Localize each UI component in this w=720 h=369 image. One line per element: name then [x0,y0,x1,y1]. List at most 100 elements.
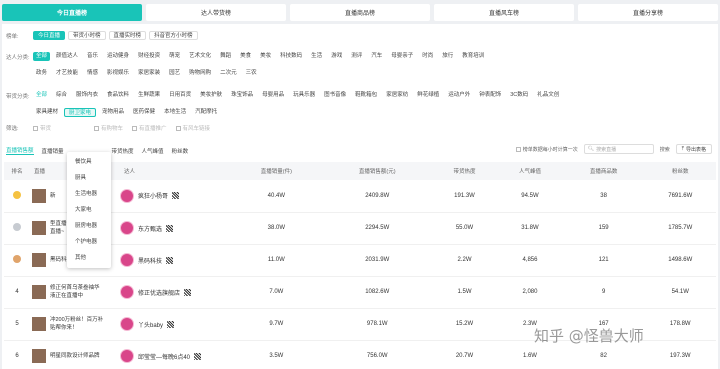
dropdown-item[interactable]: 生活电器 [67,186,111,202]
sort-tab-fans[interactable]: 粉丝数 [172,147,189,155]
talent-option[interactable]: 汽车 [368,52,386,61]
talent-option[interactable]: 园艺 [166,69,184,78]
goods-option[interactable]: 生鲜蔬果 [135,91,164,100]
talent-option[interactable]: 科技数码 [277,52,306,61]
table-row[interactable]: 4 修正何首乌茶叁袖华液正在直播中 修正优选旗舰店 7.0W 1082.6W 1.5W 2,… [4,276,716,309]
host-name[interactable]: 疯狂小杨哥 [138,191,168,200]
goods-option[interactable]: 鞋靴箱包 [352,91,381,100]
sort-tab-sales[interactable]: 直播销量 [42,147,64,155]
live-title[interactable]: 修正何首乌茶叁袖华液正在直播中 [50,284,104,300]
live-thumbnail[interactable] [32,349,46,363]
qr-code-icon[interactable] [184,288,192,296]
goods-option[interactable]: 美妆护肤 [197,91,226,100]
live-title[interactable]: 明星同款设计师品牌 [50,352,100,360]
hourly-checkbox[interactable]: 榜单数据每小时计算一次 [515,146,578,153]
dropdown-item[interactable]: 厨具 [67,170,111,186]
talent-option[interactable]: 财经投资 [135,52,164,61]
talent-option[interactable]: 测评 [348,52,366,61]
filter-checkbox[interactable]: 有购物车 [94,124,123,132]
goods-option[interactable]: 本地生活 [161,108,190,117]
talent-option[interactable]: 颜值达人 [53,52,82,61]
goods-option[interactable]: 日用百货 [166,91,195,100]
goods-option[interactable]: 玩具乐器 [290,91,319,100]
goods-option[interactable]: 珠宝饰品 [228,91,257,100]
tab-live-windmill[interactable]: 直播风车榜 [434,4,574,21]
live-cell[interactable]: 修正何首乌茶叁袖华液正在直播中 [30,276,120,309]
goods-option[interactable]: 运动户外 [445,91,474,100]
goods-option[interactable]: 食品饮料 [104,91,133,100]
col-revenue[interactable]: 直播销售额(元) [322,162,432,180]
filter-checkbox[interactable]: 带货 [33,124,51,132]
rank-option[interactable]: 今日直播 [33,31,66,40]
col-heat[interactable]: 带货热度 [431,162,498,180]
goods-option[interactable]: 钟表配饰 [476,91,505,100]
live-thumbnail[interactable] [32,253,46,267]
live-title[interactable]: 新 [50,192,56,200]
goods-option[interactable]: 服饰内衣 [73,91,102,100]
host-name[interactable]: 修正优选旗舰店 [138,288,180,297]
talent-option[interactable]: 音乐 [84,52,102,61]
avatar[interactable] [120,285,134,299]
goods-option[interactable]: 3C数码 [507,91,532,100]
talent-option[interactable]: 三农 [242,69,260,78]
live-thumbnail[interactable] [32,285,46,299]
goods-option[interactable]: 家居家纺 [383,91,412,100]
dropdown-item[interactable]: 个护电器 [67,234,111,250]
live-cell[interactable]: 冲200万粉丝！百万补贴帮你来！ [30,308,120,341]
filter-checkbox[interactable]: 有风车链接 [175,124,210,132]
tab-today-live[interactable]: 今日直播榜 [2,4,142,21]
talent-option[interactable]: 美妆 [257,52,275,61]
talent-option[interactable]: 舞蹈 [217,52,235,61]
goods-option[interactable]: 医药保健 [130,108,159,117]
talent-option[interactable]: 萌宠 [166,52,184,61]
host-cell[interactable]: 黑码科技 [120,244,230,277]
rank-option[interactable]: 直播实时榜 [108,31,147,40]
talent-option[interactable]: 教育培训 [459,52,488,61]
talent-option[interactable]: 母婴亲子 [388,52,417,61]
talent-option[interactable]: 时尚 [419,52,437,61]
host-cell[interactable]: 疯狂小杨哥 [120,180,230,213]
dropdown-item[interactable]: 其他 [67,250,111,266]
host-cell[interactable]: 丫头baby [120,308,230,341]
live-thumbnail[interactable] [32,188,46,203]
goods-option[interactable]: 鲜花绿植 [414,91,443,100]
goods-option[interactable]: 家具建材 [33,108,62,117]
live-thumbnail[interactable] [32,221,46,235]
filter-checkbox[interactable]: 有直播推广 [132,124,167,132]
tab-live-goods[interactable]: 直播商品榜 [290,4,430,21]
talent-option[interactable]: 才艺技能 [53,69,82,78]
sort-tab-heat[interactable]: 带货热度 [112,147,134,155]
rank-option[interactable]: 带货小时榜 [68,31,106,40]
qr-code-icon[interactable] [194,352,202,360]
qr-code-icon[interactable] [166,224,174,232]
host-name[interactable]: 东方甄选 [138,224,162,233]
col-goods[interactable]: 直播商品数 [562,162,645,180]
dropdown-item[interactable]: 大家电 [67,202,111,218]
col-sales[interactable]: 直播销量(件) [230,162,323,180]
live-cell[interactable]: 明星同款设计师品牌 [30,340,120,369]
rank-option[interactable]: 抖音官方小时榜 [149,31,198,40]
talent-option[interactable]: 游戏 [328,52,346,61]
avatar[interactable] [120,253,134,267]
host-cell[interactable]: 邱莹莹—每晚6点40 [120,340,230,369]
talent-option[interactable]: 二次元 [217,69,240,78]
talent-option[interactable]: 影视娱乐 [104,69,133,78]
col-fans[interactable]: 粉丝数 [644,162,716,180]
avatar[interactable] [120,188,134,203]
host-name[interactable]: 邱莹莹—每晚6点40 [138,352,190,361]
goods-option[interactable]: 全部 [33,91,51,100]
qr-code-icon[interactable] [172,192,180,200]
dropdown-item[interactable]: 餐饮具 [67,154,111,170]
tab-live-share[interactable]: 直播分享榜 [578,4,718,21]
sort-tab-revenue[interactable]: 直播销售额 [6,146,34,155]
sort-tab-peak[interactable]: 人气峰值 [142,147,164,155]
export-button[interactable]: ⤒ 导出表格 [675,144,712,154]
host-cell[interactable]: 修正优选旗舰店 [120,276,230,309]
goods-option[interactable]: 图书音像 [321,91,350,100]
talent-option[interactable]: 运动健身 [104,52,133,61]
search-button[interactable]: 搜索 [660,146,670,153]
talent-option[interactable]: 艺术文化 [186,52,215,61]
host-cell[interactable]: 东方甄选 [120,212,230,245]
dropdown-item[interactable]: 厨房电器 [67,218,111,234]
goods-option[interactable]: 汽配摩托 [192,108,221,117]
